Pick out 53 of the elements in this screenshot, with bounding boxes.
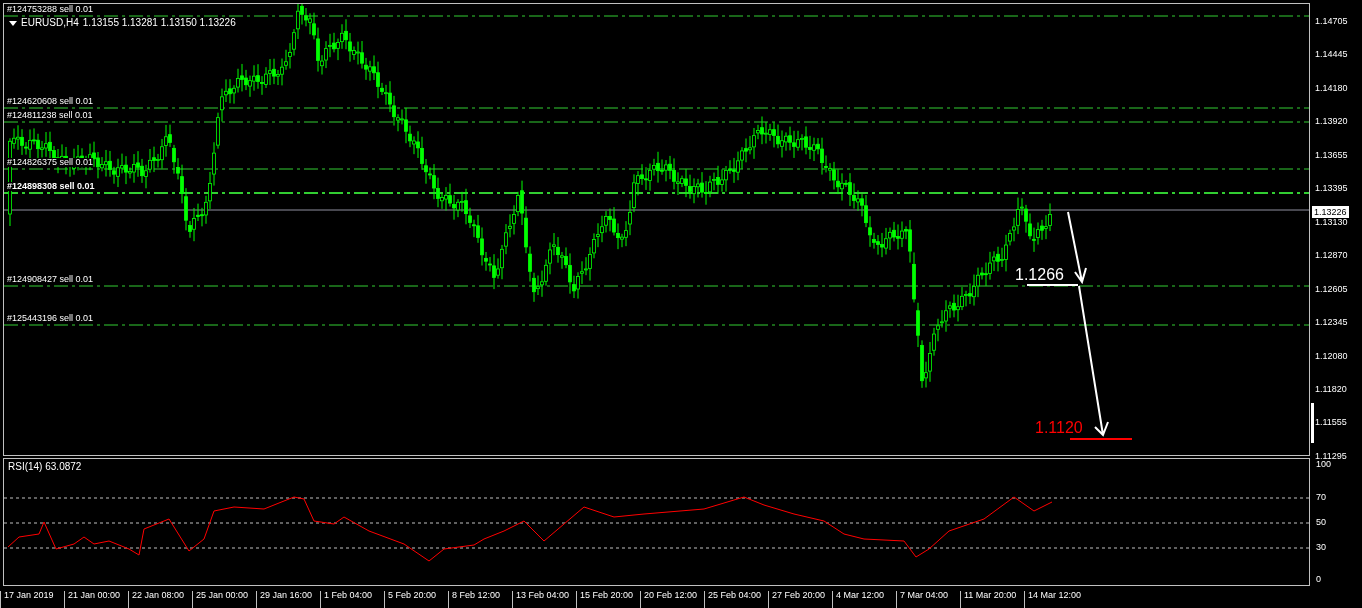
time-axis-label: 7 Mar 04:00 [896, 591, 960, 608]
dropdown-arrow-icon[interactable] [9, 20, 17, 26]
time-axis-label: 25 Jan 00:00 [192, 591, 256, 608]
price-axis-label: 1.12345 [1315, 318, 1349, 328]
order-label: #124898308 sell 0.01 [7, 182, 95, 191]
time-axis-label: 14 Mar 12:00 [1024, 591, 1088, 608]
order-label: #124620608 sell 0.01 [7, 97, 94, 106]
time-axis-label: 8 Feb 12:00 [448, 591, 512, 608]
rsi-axis-label: 70 [1316, 493, 1326, 502]
price-target-label: 1.1120 [1035, 420, 1083, 436]
symbol-label: EURUSD,H4 [21, 18, 79, 28]
order-label: #124811238 sell 0.01 [7, 111, 93, 120]
price-axis-label: 1.13130 [1315, 217, 1349, 227]
rsi-axis-label: 30 [1316, 543, 1326, 552]
current-price-tag: 1.13226 [1312, 206, 1349, 218]
price-axis-label: 1.14180 [1315, 83, 1349, 93]
price-axis-label: 1.12870 [1315, 251, 1349, 261]
price-axis-label: 1.13395 [1315, 184, 1349, 194]
price-axis-label: 1.14705 [1315, 17, 1349, 26]
price-axis-label: 1.11555 [1315, 418, 1348, 428]
time-axis-label: 15 Feb 20:00 [576, 591, 640, 608]
time-axis-label: 27 Feb 20:00 [768, 591, 832, 608]
time-axis-label: 21 Jan 00:00 [64, 591, 128, 608]
time-axis-label: 5 Feb 20:00 [384, 591, 448, 608]
time-axis-label: 13 Feb 04:00 [512, 591, 576, 608]
rsi-axis-label: 100 [1316, 460, 1332, 469]
scroll-marker-icon [1311, 403, 1314, 443]
time-axis-label: 25 Feb 04:00 [704, 591, 768, 608]
time-axis-label: 11 Mar 20:00 [960, 591, 1024, 608]
order-label: #124908427 sell 0.01 [7, 275, 94, 284]
time-axis-label: 20 Feb 12:00 [640, 591, 704, 608]
order-label: #125443196 sell 0.01 [7, 314, 94, 323]
order-label: #124753288 sell 0.01 [7, 5, 94, 14]
price-axis-label: 1.12605 [1315, 284, 1349, 294]
time-axis-label: 29 Jan 16:00 [256, 591, 320, 608]
rsi-axis-label: 0 [1316, 575, 1321, 584]
price-axis-label: 1.13655 [1315, 150, 1349, 160]
time-axis-label: 1 Feb 04:00 [320, 591, 384, 608]
price-axis-label: 1.12080 [1315, 351, 1349, 361]
time-axis-label: 22 Jan 08:00 [128, 591, 192, 608]
target-line [1026, 284, 1079, 286]
rsi-axis-label: 50 [1316, 518, 1326, 527]
price-axis-label: 1.11820 [1315, 385, 1348, 394]
time-axis-label: 4 Mar 12:00 [832, 591, 896, 608]
order-label: #124826375 sell 0.01 [7, 158, 94, 167]
price-axis-label: 1.11295 [1315, 451, 1348, 461]
price-target-label: 1.1266 [1015, 267, 1064, 283]
rsi-title: RSI(14) 63.0872 [8, 462, 82, 472]
time-axis-label: 17 Jan 2019 [0, 591, 64, 608]
price-axis-label: 1.14445 [1315, 50, 1349, 60]
quote-values: 1.13155 1.13281 1.13150 1.13226 [82, 18, 236, 28]
target-line [1069, 438, 1133, 440]
price-axis-label: 1.13920 [1315, 117, 1349, 127]
